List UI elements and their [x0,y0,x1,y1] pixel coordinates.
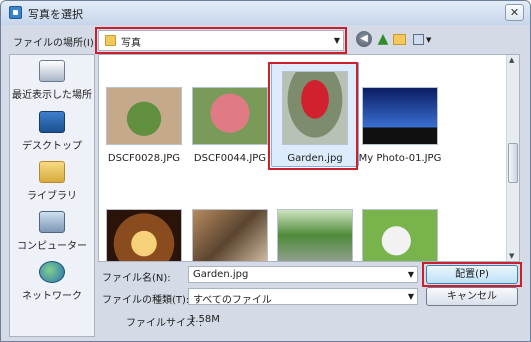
filetype-value: すべてのファイル [193,295,272,306]
file-item[interactable] [272,209,358,261]
title-bar: 写真を選択 ✕ [1,1,530,25]
highlight-box-lookin [95,27,347,54]
library-icon [39,161,65,183]
file-name: DSCF0028.JPG [107,153,181,164]
cancel-button[interactable]: キャンセル [426,287,518,306]
places-item-label: ライブラリ [27,191,77,202]
places-item-label: コンピューター [17,241,87,252]
file-thumbnail [106,209,182,261]
file-thumbnail [362,209,438,261]
chevron-down-icon[interactable]: ▼ [408,292,414,301]
file-item[interactable]: My Photo-01.JPG [357,87,443,164]
view-menu-chevron-icon[interactable]: ▼ [426,36,431,44]
dialog-title: 写真を選択 [28,8,83,21]
new-folder-button[interactable] [393,34,406,45]
file-thumbnail [192,209,268,261]
app-icon [9,6,22,19]
file-name: DSCF0044.JPG [193,153,267,164]
lookin-label: ファイルの場所(I): [13,38,98,49]
file-item[interactable]: DSCF0044.JPG [187,87,273,164]
up-folder-button[interactable]: ▲ [375,31,391,47]
places-item-library[interactable]: ライブラリ [10,161,94,202]
places-item-label: 最近表示した場所 [12,90,92,101]
places-item-label: ネットワーク [22,291,82,302]
file-item[interactable]: DSCF0028.JPG [101,87,187,164]
places-item-desktop[interactable]: デスクトップ [10,111,94,152]
close-button[interactable]: ✕ [505,4,524,21]
filetype-select[interactable]: すべてのファイル ▼ [188,288,418,306]
filename-label: ファイル名(N): [102,273,171,284]
places-item-computer[interactable]: コンピューター [10,211,94,252]
file-open-dialog: 写真を選択 ✕ ファイルの場所(I): 写真 ▼ ◀ ▲ ▼ 最近表示した場所 … [0,0,531,342]
file-thumbnail [192,87,268,145]
computer-icon [39,211,65,233]
view-menu-button[interactable] [413,34,424,45]
filetype-label: ファイルの種類(T): [102,295,190,306]
file-item[interactable] [187,209,273,261]
places-item-label: デスクトップ [22,141,82,152]
filesize-value: 1.58M [189,314,220,325]
scroll-thumb[interactable] [508,143,518,183]
scroll-down-icon[interactable]: ▼ [509,252,514,260]
highlight-box-open-button [422,262,522,287]
filename-input[interactable]: Garden.jpg ▼ [188,266,418,283]
chevron-down-icon[interactable]: ▼ [408,270,414,279]
file-name: My Photo-01.JPG [358,153,442,164]
file-item[interactable] [101,209,187,261]
desktop-icon [39,111,65,133]
file-thumbnail [106,87,182,145]
places-item-recent[interactable]: 最近表示した場所 [10,60,94,101]
file-item[interactable] [357,209,443,261]
places-item-network[interactable]: ネットワーク [10,261,94,302]
back-button[interactable]: ◀ [356,31,372,47]
file-thumbnail [277,209,353,261]
recent-places-icon [39,60,65,82]
highlight-box-selected-file [268,62,358,170]
network-icon [39,261,65,283]
file-thumbnail [362,87,438,145]
file-list-scrollbar[interactable]: ▲ ▼ [506,55,519,261]
filename-value: Garden.jpg [193,269,249,280]
places-bar: 最近表示した場所 デスクトップ ライブラリ コンピューター ネットワーク [9,54,95,337]
scroll-up-icon[interactable]: ▲ [509,56,514,64]
